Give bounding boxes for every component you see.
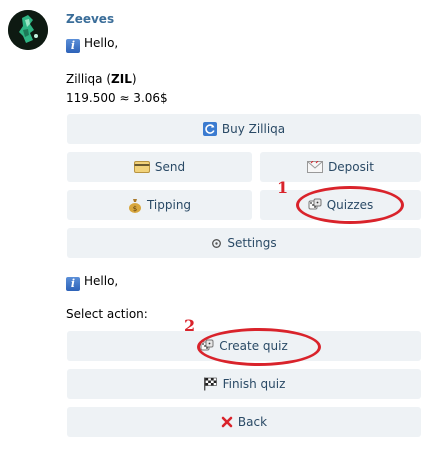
envelope-icon bbox=[307, 161, 324, 173]
dice-icon bbox=[200, 339, 214, 353]
greeting-text: Hello, bbox=[84, 36, 119, 50]
refresh-icon bbox=[202, 122, 217, 136]
annotation-number-2: 2 bbox=[184, 316, 196, 335]
gear-icon bbox=[211, 238, 222, 249]
credit-card-icon bbox=[133, 161, 150, 173]
send-label: Send bbox=[154, 160, 186, 174]
annotation-number-1: 1 bbox=[277, 178, 289, 197]
sender-name[interactable]: Zeeves bbox=[66, 12, 114, 26]
greeting-line: i Hello, bbox=[66, 36, 118, 53]
greeting-text-2: Hello, bbox=[84, 274, 119, 288]
svg-text:$: $ bbox=[133, 205, 137, 213]
asset-name: Zilliqa ( bbox=[66, 72, 112, 86]
quizzes-label: Quizzes bbox=[326, 198, 374, 212]
settings-label: Settings bbox=[227, 236, 277, 250]
cross-icon bbox=[221, 416, 233, 428]
greeting-line-2: i Hello, bbox=[66, 274, 118, 291]
select-action-text: Select action: bbox=[66, 307, 148, 321]
tipping-button[interactable]: $ Tipping bbox=[67, 190, 252, 220]
buy-zilliqa-button[interactable]: Buy Zilliqa bbox=[67, 114, 421, 144]
balance-text: 119.500 ≈ 3.06$ bbox=[66, 91, 168, 105]
back-label: Back bbox=[237, 415, 268, 429]
bot-avatar[interactable] bbox=[8, 10, 48, 50]
asset-close: ) bbox=[131, 72, 137, 86]
settings-button[interactable]: Settings bbox=[67, 228, 421, 258]
back-button[interactable]: Back bbox=[67, 407, 421, 437]
create-quiz-button[interactable]: Create quiz bbox=[67, 331, 421, 361]
send-button[interactable]: Send bbox=[67, 152, 252, 182]
create-quiz-label: Create quiz bbox=[219, 339, 288, 353]
finish-quiz-label: Finish quiz bbox=[222, 377, 286, 391]
asset-ticker: ZIL bbox=[111, 72, 132, 86]
buy-zilliqa-label: Buy Zilliqa bbox=[221, 122, 286, 136]
checkered-flag-icon bbox=[203, 377, 218, 391]
money-bag-icon: $ bbox=[128, 198, 142, 213]
tipping-label: Tipping bbox=[146, 198, 192, 212]
finish-quiz-button[interactable]: Finish quiz bbox=[67, 369, 421, 399]
info-icon: i bbox=[66, 39, 80, 53]
info-icon: i bbox=[66, 277, 80, 291]
deposit-label: Deposit bbox=[328, 160, 374, 174]
asset-line: Zilliqa (ZIL) bbox=[66, 72, 137, 86]
dice-icon bbox=[308, 198, 322, 212]
